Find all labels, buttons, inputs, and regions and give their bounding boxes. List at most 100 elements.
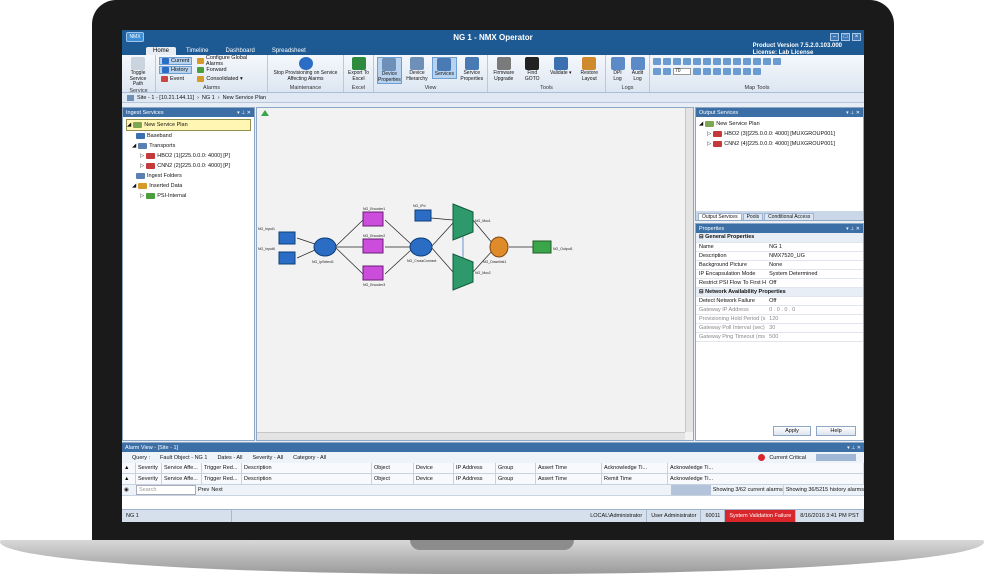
node-ng-mux1[interactable] [452, 203, 474, 241]
tab-home[interactable]: Home [146, 47, 177, 55]
map-tool-icon[interactable] [703, 58, 711, 65]
col-service-affecting[interactable]: Service Affe... [162, 474, 202, 484]
tab-pools[interactable]: Pools [742, 213, 764, 220]
help-button[interactable]: Help [816, 426, 856, 436]
col-trigger[interactable]: Trigger Red... [202, 474, 242, 484]
map-tool-icon[interactable] [663, 68, 671, 75]
map-tool-icon[interactable] [743, 68, 751, 75]
device-properties-button[interactable]: Device Properties [377, 57, 402, 84]
node-ng-input1[interactable] [278, 231, 296, 245]
prop-restrict-select[interactable]: Off [766, 278, 863, 288]
node-ng-encoder3[interactable] [362, 265, 384, 281]
panel-controls-icon[interactable]: ▾ ⊥ ✕ [237, 110, 251, 116]
tree-item-plan[interactable]: ◢ New Service Plan [126, 119, 251, 131]
panel-controls-icon[interactable]: ▾ ⊥ ✕ [847, 445, 861, 451]
tree-item-psi[interactable]: ▷ PSI-Internal [126, 191, 251, 201]
service-diagram-canvas[interactable]: NG_Input1 NG_Input6 NG_IpSelect1 NG_Enco… [256, 107, 694, 441]
map-tool-icon[interactable] [753, 68, 761, 75]
map-tool-icon[interactable] [673, 58, 681, 65]
col-ack-time-2[interactable]: Acknowledge Ti... [668, 463, 864, 473]
prop-detect-select[interactable]: Off [766, 296, 863, 306]
node-ng-ipd[interactable] [414, 209, 432, 222]
col-object[interactable]: Object [372, 463, 414, 473]
stop-provisioning-button[interactable]: Stop Provisioning on Service Affecting A… [273, 57, 339, 82]
col-remit-time[interactable]: Remit Time [602, 474, 668, 484]
map-tool-icon[interactable] [763, 58, 771, 65]
find-goto-button[interactable]: Find GOTO [520, 57, 546, 82]
node-ng-output1[interactable] [532, 240, 552, 254]
tree-item-hbo2-out[interactable]: ▷ HBO2 (3)[225.0.0.0: 4000] [MUXGROUP001… [699, 129, 860, 139]
panel-controls-icon[interactable]: ▾ ⊥ ✕ [846, 226, 860, 232]
map-tool-icon[interactable] [683, 58, 691, 65]
toggle-service-path-button[interactable]: Toggle Service Path [125, 57, 151, 88]
col-service-affecting[interactable]: Service Affe... [162, 463, 202, 473]
dpi-log-button[interactable]: DPI Log [609, 57, 626, 82]
node-ng-input6[interactable] [278, 251, 296, 265]
map-tool-icon[interactable] [733, 58, 741, 65]
map-tool-icon[interactable] [723, 58, 731, 65]
map-tool-icon[interactable] [733, 68, 741, 75]
configure-alarms-button[interactable]: Configure Global Alarms [195, 55, 264, 67]
service-properties-button[interactable]: Service Properties [460, 57, 484, 82]
col-trigger[interactable]: Trigger Red... [202, 463, 242, 473]
col-device[interactable]: Device [414, 463, 454, 473]
tab-dashboard[interactable]: Dashboard [218, 47, 261, 55]
breadcrumb-plan[interactable]: New Service Plan [223, 95, 266, 101]
prop-description-value[interactable]: NMX7520_UG [766, 251, 863, 261]
alarm-search-input[interactable]: Search [136, 485, 196, 495]
map-tool-icon[interactable] [723, 68, 731, 75]
tree-item-transports[interactable]: ◢ Transports [126, 141, 251, 151]
map-tool-icon[interactable] [713, 68, 721, 75]
node-ng-encoder1[interactable] [362, 211, 384, 227]
prop-encapsulation-select[interactable]: System Determined [766, 269, 863, 279]
node-ng-crossconnect[interactable] [409, 237, 433, 257]
prop-background-select[interactable]: None [766, 260, 863, 270]
col-ack-time[interactable]: Acknowledge Ti... [602, 463, 668, 473]
col-group[interactable]: Group [496, 474, 536, 484]
map-tool-icon[interactable] [753, 58, 761, 65]
tree-item-cnn2[interactable]: ▷ CNN2 (2)[225.0.0.0: 4000] [P] [126, 161, 251, 171]
col-group[interactable]: Group [496, 463, 536, 473]
firmware-upgrade-button[interactable]: Firmware Upgrade [491, 57, 517, 82]
alarm-toolbar-icons[interactable] [816, 454, 856, 461]
prop-name-value[interactable]: NG 1 [766, 242, 863, 252]
eye-icon[interactable]: ◉ [122, 485, 136, 495]
tree-item-cnn2-out[interactable]: ▷ CNN2 (4)[225.0.0.0: 4000] [MUXGROUP001… [699, 139, 860, 149]
export-excel-button[interactable]: Export To Excel [347, 57, 370, 82]
col-description[interactable]: Description [242, 463, 372, 473]
close-icon[interactable]: × [852, 33, 861, 41]
tree-item-ingest-folders[interactable]: Ingest Folders [126, 171, 251, 181]
node-ng-mux2[interactable] [452, 253, 474, 291]
node-ng-ipselect1[interactable] [313, 237, 337, 257]
canvas-horizontal-scrollbar[interactable] [257, 432, 685, 440]
panel-controls-icon[interactable]: ▾ ⊥ ✕ [846, 110, 860, 116]
map-tool-icon[interactable] [663, 58, 671, 65]
tab-spreadsheet[interactable]: Spreadsheet [265, 47, 313, 55]
minimize-icon[interactable]: – [830, 33, 839, 41]
device-hierarchy-button[interactable]: Device Hierarchy [405, 57, 429, 82]
prev-button[interactable]: Prev [196, 485, 209, 495]
tab-conditional-access[interactable]: Conditional Access [764, 213, 815, 220]
map-tool-icon[interactable] [773, 58, 781, 65]
tree-item-plan[interactable]: ◢ New Service Plan [699, 119, 860, 129]
maximize-icon[interactable]: □ [841, 33, 850, 41]
section-network[interactable]: ⊟ Network Availability Properties [696, 287, 863, 297]
col-severity[interactable]: Severity [136, 474, 162, 484]
node-ng-encoder2[interactable] [362, 238, 384, 254]
tree-item-inserted-data[interactable]: ◢ Inserted Data [126, 181, 251, 191]
zoom-select[interactable]: 70 [673, 68, 691, 75]
col-assert-time[interactable]: Assert Time [536, 474, 602, 484]
tree-item-baseband[interactable]: Baseband [126, 131, 251, 141]
validate-button[interactable]: Validate ▾ [548, 57, 574, 77]
col-ip-address[interactable]: IP Address [454, 463, 496, 473]
history-alarms-button[interactable]: History [159, 66, 193, 74]
next-button[interactable]: Next [209, 485, 222, 495]
map-tool-icon[interactable] [703, 68, 711, 75]
col-description[interactable]: Description [242, 474, 372, 484]
canvas-vertical-scrollbar[interactable] [685, 108, 693, 432]
breadcrumb-site[interactable]: Site - 1 - [10.21.144.11] [137, 95, 194, 101]
tab-output-services[interactable]: Output Services [698, 213, 742, 220]
map-tool-icon[interactable] [743, 58, 751, 65]
forward-button[interactable]: Forward [195, 66, 264, 74]
breadcrumb-ng[interactable]: NG 1 [202, 95, 215, 101]
